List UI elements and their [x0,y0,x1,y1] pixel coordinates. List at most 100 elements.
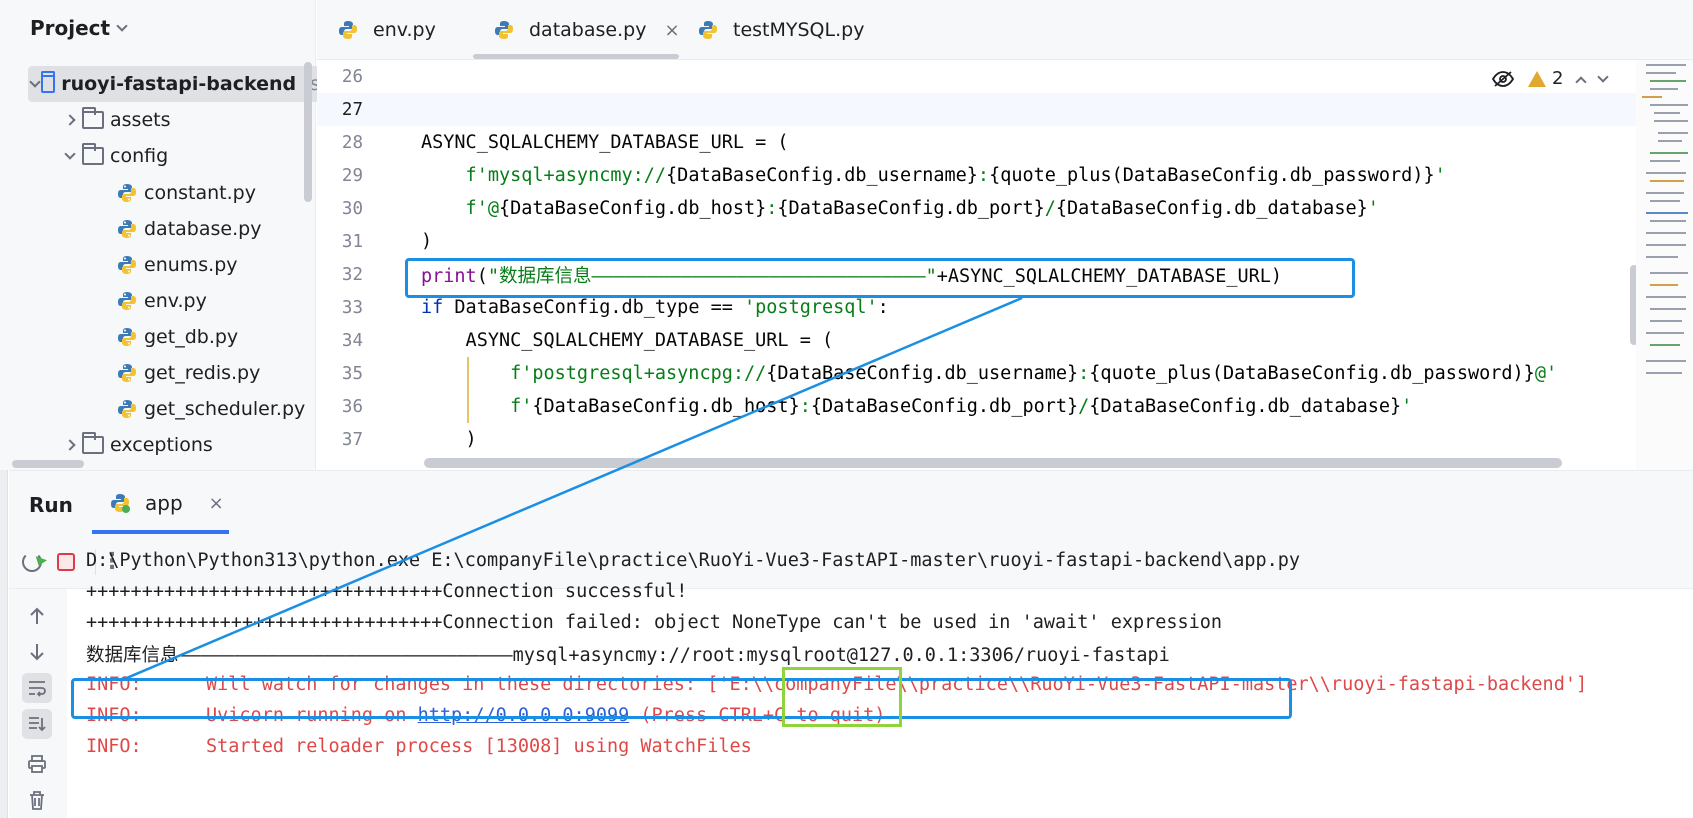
tree-item-label: config [110,145,169,167]
line-number: 32 [341,264,363,285]
eye-crossed-icon[interactable] [1492,70,1514,88]
console-side-toolbar [9,589,67,818]
tree-vertical-scrollbar[interactable] [304,62,312,202]
python-file-icon [118,256,136,274]
fstring-expr: {DataBaseConfig.db_username} [766,363,1079,384]
print-button[interactable] [22,749,52,779]
log-level: INFO: [86,674,142,695]
builtin-function: print [421,265,477,287]
code-text: f'{DataBaseConfig.db_host}:{DataBaseConf… [421,396,1412,417]
tree-root-ruoyi-fastapi-backend[interactable]: ruoyi-fastapi-backend s [28,66,320,102]
project-panel: Project ruoyi-fastapi-backend s assets c… [0,0,320,470]
console-line: ++++++++++++++++++++++++++++++++Connecti… [86,612,1223,633]
folder-icon [82,107,104,129]
tree-item-enums-py[interactable]: enums.py [116,247,238,283]
console-line-info: INFO: Started reloader process [13008] us… [86,730,752,763]
editor-horizontal-scrollbar[interactable] [424,458,1562,468]
tree-item-get-redis-py[interactable]: get_redis.py [116,355,260,391]
soft-wrap-button[interactable] [22,673,52,703]
tab-label: testMYSQL.py [733,19,865,41]
chevron-right-icon[interactable] [64,114,76,126]
python-file-icon [118,364,136,382]
code-text: ) [421,231,433,252]
run-tab-app[interactable]: app × [109,491,224,515]
line-number: 30 [341,198,363,219]
tree-item-database-py[interactable]: database.py [116,211,261,247]
minimap[interactable] [1636,60,1693,470]
tree-item-get-scheduler-py[interactable]: get_scheduler.py [116,391,305,427]
fstring-expr: {DataBaseConfig.db_username} [666,165,978,186]
string-literal: : [1078,363,1090,384]
string-literal: : [977,165,990,186]
scroll-to-end-icon [29,717,46,732]
code-rest: : [877,297,889,318]
tree-item-exceptions[interactable]: exceptions [58,427,213,463]
stop-button[interactable] [53,549,79,575]
code-rest: +ASYNC_SQLALCHEMY_DATABASE_URL) [936,265,1283,287]
server-url-link[interactable]: http://0.0.0.0:9099 [418,705,630,726]
python-file-icon [495,21,513,39]
code-line: 34 ASYNC_SQLALCHEMY_DATABASE_URL = ( [317,324,1636,357]
tree-item-get-db-py[interactable]: get_db.py [116,319,238,355]
run-title[interactable]: Run [29,493,73,517]
tree-item-config[interactable]: config [58,138,168,174]
chevron-up-icon[interactable] [1575,75,1588,88]
tab-env-py[interactable]: env.py [337,14,436,46]
chevron-right-icon[interactable] [64,439,76,451]
tab-testmysql-py[interactable]: testMYSQL.py [697,14,864,46]
code-text: print("数据库信息————————————————————————————… [421,262,1282,288]
chevron-down-icon[interactable] [64,148,76,160]
tree-item-constant-py[interactable]: constant.py [116,175,256,211]
close-icon[interactable]: × [209,493,224,514]
line-number: 36 [341,396,363,417]
warning-counter[interactable]: 2 [1528,68,1563,89]
chevron-down-icon[interactable] [28,76,41,88]
tree-root-label: ruoyi-fastapi-backend [61,73,297,95]
project-header[interactable]: Project [30,16,128,40]
code-editor[interactable]: 26 27 28 ASYNC_SQLALCHEMY_DATABASE_URL =… [317,60,1636,470]
soft-wrap-icon [29,681,46,697]
scroll-down-button[interactable] [22,637,52,667]
scroll-to-end-button[interactable] [22,709,52,739]
rerun-icon [22,552,42,572]
tab-database-py[interactable]: database.py × [493,14,680,46]
run-tab-label: app [145,491,183,515]
console-line-db-info: 数据库信息——————————————————————————————mysql… [86,644,1170,666]
log-level: INFO: [86,736,142,757]
fstring-expr: {DataBaseConfig.db_database} [1089,396,1402,417]
tree-item-label: constant.py [144,182,256,204]
indent-guide [467,357,469,423]
clear-all-button[interactable] [22,785,52,815]
log-message: (Press CTRL+C to quit) [629,705,886,726]
chevron-down-icon [116,20,128,32]
print-icon [28,755,46,773]
line-number: 28 [341,132,363,153]
tree-item-label: env.py [144,290,207,312]
fstring-expr: {quote_plus(DataBaseConfig.db_password)} [989,165,1435,186]
code-line: 32 print("数据库信息—————————————————————————… [317,258,1636,291]
code-line: 29 f'mysql+asyncmy://{DataBaseConfig.db_… [317,159,1636,192]
scroll-up-button[interactable] [22,601,52,631]
log-message: Uvicorn running on [206,705,418,726]
line-number: 27 [341,99,363,120]
run-tool-window: Run app × ⋮ D:\Python\Python313\python.e… [9,470,1693,818]
tree-item-assets[interactable]: assets [58,102,170,138]
string-literal: : [766,198,778,219]
tree-item-env-py[interactable]: env.py [116,283,207,319]
console-line: ++++++++++++++++++++++++++++++++Connecti… [86,581,688,602]
rerun-button[interactable] [19,549,45,575]
python-file-icon [118,328,136,346]
warning-count: 2 [1552,68,1564,89]
paren: ( [476,265,488,287]
inspection-widget[interactable]: 2 [1492,68,1610,89]
close-icon[interactable]: × [664,20,679,41]
line-number: 33 [341,297,363,318]
code-line: 37 ) [317,423,1636,456]
string-literal: f'mysql+asyncmy:// [421,165,667,186]
string-literal: / [1044,198,1056,219]
tree-horizontal-scrollbar[interactable] [12,460,84,468]
code-line: 30 f'@{DataBaseConfig.db_host}:{DataBase… [317,192,1636,225]
tree-item-label: exceptions [110,434,213,456]
chevron-down-icon[interactable] [1597,70,1610,83]
code-line: 33 if DataBaseConfig.db_type == 'postgre… [317,291,1636,324]
